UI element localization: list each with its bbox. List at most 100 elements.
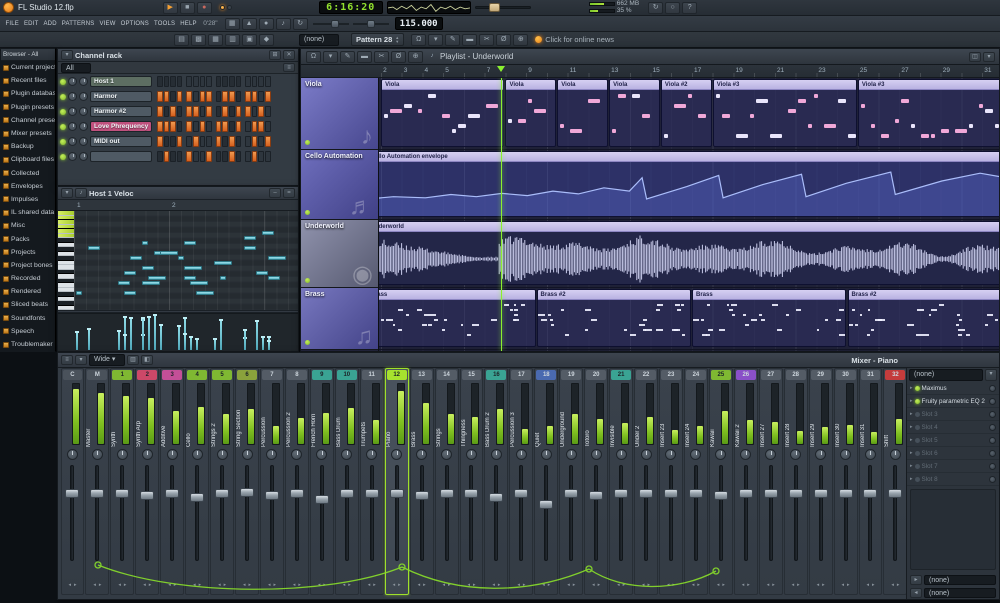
route-left-icon[interactable]: ◂ [68, 582, 71, 592]
mixer-track-tab[interactable]: 13 [412, 370, 432, 380]
step-cell[interactable] [216, 106, 222, 117]
clip-notes[interactable]: Viola #3 [858, 79, 999, 147]
pan-knob[interactable] [815, 449, 826, 460]
route-left-icon[interactable]: ◂ [842, 582, 845, 592]
channel-volume-knob[interactable] [79, 107, 88, 116]
step-cell[interactable] [222, 76, 228, 87]
mute-tool-icon[interactable]: Ø [496, 34, 511, 46]
piano-roll-target-icon[interactable]: ♪ [75, 188, 87, 198]
step-cell[interactable] [216, 121, 222, 132]
channel-pan-knob[interactable] [68, 77, 77, 86]
midi-note[interactable] [184, 241, 196, 245]
velocity-bar[interactable] [214, 340, 216, 350]
channel-rack-menu-icon[interactable]: ▾ [61, 50, 73, 60]
playlist-track-header[interactable]: Brass♫ [301, 288, 378, 350]
mixer-track-tab[interactable]: 9 [312, 370, 332, 380]
volume-fader[interactable] [619, 465, 623, 561]
midi-note[interactable] [184, 276, 196, 280]
mixer-track-tab[interactable]: 31 [861, 370, 881, 380]
step-cell[interactable] [193, 106, 199, 117]
step-cell[interactable] [236, 136, 242, 147]
midi-note[interactable] [178, 256, 184, 260]
playlist-slice-tool-icon[interactable]: ✂ [374, 51, 389, 63]
midi-note[interactable] [124, 271, 136, 275]
route-left-icon[interactable]: ◂ [617, 582, 620, 592]
step-cell[interactable] [177, 136, 183, 147]
route-right-icon[interactable]: ▸ [298, 582, 301, 592]
mixer-track-tab[interactable]: 17 [511, 370, 531, 380]
velocity-bar[interactable] [76, 333, 78, 350]
playlist-lanes[interactable]: ViolaViolaViolaViolaViola #2Viola #3Viol… [379, 78, 999, 351]
midi-note[interactable] [256, 271, 268, 275]
volume-fader[interactable] [844, 465, 848, 561]
browser-item[interactable]: Recorded [1, 272, 55, 285]
song-mode-led[interactable] [227, 5, 232, 10]
browser-item[interactable]: Plugin database [1, 87, 55, 100]
mixer-track-tab[interactable]: 6 [237, 370, 257, 380]
route-right-icon[interactable]: ▸ [99, 582, 102, 592]
volume-fader[interactable] [420, 465, 424, 561]
route-left-icon[interactable]: ◂ [393, 582, 396, 592]
mixer-strip-24[interactable]: 24Insert 24◂▸ [684, 368, 708, 595]
minimize-icon[interactable]: – [269, 188, 281, 198]
fx-io-selector[interactable]: (none) [924, 575, 996, 585]
track-enable-led[interactable] [305, 210, 310, 215]
velocity-bar[interactable] [142, 319, 144, 350]
route-left-icon[interactable]: ◂ [143, 582, 146, 592]
pan-knob[interactable] [840, 449, 851, 460]
fader-handle[interactable] [90, 489, 104, 498]
plugin-picker-icon[interactable]: ◆ [259, 34, 274, 46]
white-key[interactable] [58, 306, 74, 311]
playhead-marker[interactable] [497, 66, 505, 72]
route-left-icon[interactable]: ◂ [866, 582, 869, 592]
detach-icon[interactable]: ⊞ [269, 50, 281, 60]
pan-knob[interactable] [441, 449, 452, 460]
fader-handle[interactable] [340, 489, 354, 498]
slot-enable-led[interactable] [915, 425, 920, 430]
browser-item[interactable]: Recent files [1, 74, 55, 87]
channel-enable-led[interactable] [60, 139, 66, 145]
playlist-track-header[interactable]: Viola♪ [301, 78, 378, 150]
help-icon[interactable]: ? [682, 2, 697, 14]
typing-keyboard-icon[interactable]: ▦ [225, 18, 240, 30]
mixer-track-tab[interactable]: C [63, 370, 83, 380]
volume-fader[interactable] [819, 465, 823, 561]
channel-enable-led[interactable] [60, 124, 66, 130]
pan-knob[interactable] [391, 449, 402, 460]
clip-dots[interactable]: Brass #2 [537, 289, 691, 347]
mixer-track-tab[interactable]: 21 [611, 370, 631, 380]
step-cell[interactable] [193, 91, 199, 102]
browser-item[interactable]: Current project [1, 61, 55, 74]
step-cell[interactable] [186, 91, 192, 102]
route-left-icon[interactable]: ◂ [168, 582, 171, 592]
fader-handle[interactable] [464, 489, 478, 498]
route-left-icon[interactable]: ◂ [418, 582, 421, 592]
pan-knob[interactable] [366, 449, 377, 460]
master-volume-slider[interactable] [313, 19, 349, 29]
channel-volume-knob[interactable] [79, 122, 88, 131]
slot-enable-led[interactable] [915, 451, 920, 456]
velocity-bar[interactable] [262, 338, 264, 350]
fx-slot-8[interactable]: ▸Slot 8 [907, 473, 999, 486]
step-cell[interactable] [229, 136, 235, 147]
volume-fader[interactable] [395, 465, 399, 561]
metronome-icon[interactable]: ▲ [242, 18, 257, 30]
route-right-icon[interactable]: ▸ [672, 582, 675, 592]
mixer-track-tab[interactable]: 20 [586, 370, 606, 380]
tempo-display[interactable]: 115.000 [395, 17, 443, 30]
mixer-strip-13[interactable]: 13Brass◂▸ [410, 368, 434, 595]
route-left-icon[interactable]: ◂ [542, 582, 545, 592]
step-cell[interactable] [245, 76, 251, 87]
pan-knob[interactable] [416, 449, 427, 460]
mixer-track-tab[interactable]: 7 [262, 370, 282, 380]
volume-fader[interactable] [145, 465, 149, 561]
step-cell[interactable] [258, 76, 264, 87]
velocity-lane[interactable] [58, 313, 298, 351]
snap-dropdown-icon[interactable]: ▾ [428, 34, 443, 46]
route-left-icon[interactable]: ◂ [717, 582, 720, 592]
maximize-icon[interactable]: = [283, 188, 295, 198]
fader-handle[interactable] [739, 489, 753, 498]
step-cell[interactable] [164, 91, 170, 102]
pan-knob[interactable] [167, 449, 178, 460]
fx-io-selector[interactable]: (none) [924, 588, 996, 598]
